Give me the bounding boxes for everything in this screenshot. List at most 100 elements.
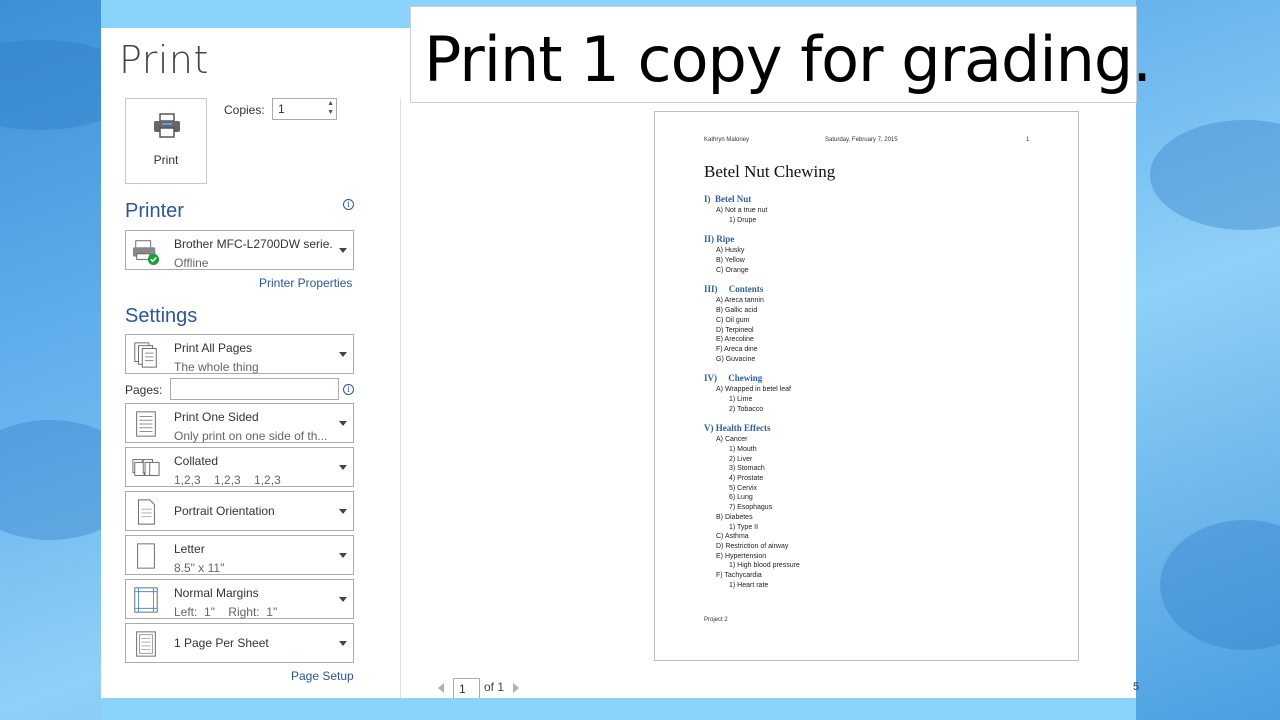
frame-bottom-bar (101, 698, 1136, 720)
letter-icon (137, 543, 155, 569)
outline-item: B) Gallic acid (716, 307, 758, 315)
outline-item: 2) Tobacco (729, 405, 764, 413)
chevron-down-icon (339, 421, 347, 426)
collation-dropdown[interactable]: Collated 1,2,3 1,2,3 1,2,3 (125, 447, 354, 487)
sides-label: Print One Sided (174, 410, 259, 424)
chevron-down-icon (339, 465, 347, 470)
outline-item: 1) Heart rate (729, 581, 769, 589)
outline-item: 3) Stomach (729, 465, 765, 473)
page-title: Print (119, 38, 209, 82)
pages-label: Pages: (125, 383, 163, 397)
outline-section-heading: II) Ripe (704, 234, 735, 245)
outline-item: 4) Prostate (729, 475, 764, 483)
print-backstage-window: Print Print Copies: 1 ▲ ▼ Printer i Brot… (101, 28, 1136, 698)
margins-dropdown[interactable]: Normal Margins Left: 1" Right: 1" (125, 579, 354, 619)
info-icon[interactable]: i (343, 199, 354, 210)
panel-divider (400, 98, 401, 698)
outline-section-heading: IV) Chewing (704, 373, 763, 384)
print-button[interactable]: Print (125, 98, 207, 184)
outline-section-heading: V) Health Effects (704, 423, 771, 434)
outline-spacer (704, 364, 1044, 373)
print-range-desc: The whole thing (174, 360, 259, 374)
printer-properties-link[interactable]: Printer Properties (259, 276, 352, 290)
pages-icon (134, 342, 157, 368)
print-preview-page: Kathryn Maloney Saturday, February 7, 20… (654, 111, 1079, 661)
info-icon[interactable]: i (343, 384, 354, 395)
chevron-down-icon (339, 553, 347, 558)
spin-down-icon[interactable]: ▼ (327, 109, 334, 116)
outline-item: 1) Type II (729, 523, 759, 531)
settings-heading: Settings (125, 305, 198, 327)
outline-item: D) Restriction of airway (716, 542, 789, 550)
outline-item: B) Diabetes (716, 513, 753, 521)
outline-item: A) Cancer (716, 436, 748, 444)
previous-page-icon[interactable] (438, 683, 444, 693)
printer-dropdown[interactable]: Brother MFC-L2700DW serie... Offline (125, 230, 354, 270)
outline-spacer (704, 225, 1044, 234)
page-setup-link[interactable]: Page Setup (291, 669, 354, 683)
page-count-label: of 1 (484, 680, 505, 694)
page-per-sheet-icon (136, 631, 156, 657)
print-range-label: Print All Pages (174, 341, 253, 355)
banner-text: Print 1 copy for grading. (424, 23, 1152, 96)
outline-item: 1) Mouth (729, 446, 757, 453)
outline-item: 1) Drupe (729, 216, 757, 224)
outline-spacer (704, 275, 1044, 284)
spin-up-icon[interactable]: ▲ (327, 100, 334, 107)
collation-desc: 1,2,3 1,2,3 1,2,3 (174, 473, 281, 487)
sides-dropdown[interactable]: Print One Sided Only print on one side o… (125, 403, 354, 443)
outline-item: 7) Esophagus (729, 504, 773, 512)
outline-item: 1) High blood pressure (729, 562, 800, 570)
pages-per-sheet-dropdown[interactable]: 1 Page Per Sheet (125, 623, 354, 663)
printer-status: Offline (174, 256, 209, 270)
chevron-down-icon (339, 352, 347, 357)
outline-item: 6) Lung (729, 494, 753, 502)
outline-item: B) Yellow (716, 257, 745, 265)
header-page-number: 1 (1026, 137, 1030, 143)
outline-item: 2) Liver (729, 455, 753, 463)
margins-label: Normal Margins (174, 586, 259, 600)
orientation-label: Portrait Orientation (174, 504, 275, 518)
outline-item: A) Wrapped in betel leaf (716, 386, 791, 394)
margins-desc: Left: 1" Right: 1" (174, 605, 278, 619)
background-wave (1150, 120, 1280, 230)
portrait-icon (138, 499, 155, 525)
printer-name: Brother MFC-L2700DW serie... (174, 237, 332, 251)
outline-item: 5) Cervix (729, 484, 758, 492)
outline-item: 1) Lime (729, 395, 753, 403)
outline-item: D) Terpineol (716, 326, 754, 334)
outline-item: A) Husky (716, 247, 745, 255)
document-title: Betel Nut Chewing (704, 162, 836, 181)
outline-section-heading: I) Betel Nut (704, 194, 752, 204)
print-button-label: Print (153, 153, 179, 167)
outline-section-heading: III) Contents (704, 284, 764, 295)
outline-item: G) Guvacine (716, 355, 756, 363)
outline-spacer (704, 414, 1044, 423)
outline-item: C) Asthma (716, 533, 749, 541)
chevron-down-icon (339, 248, 347, 253)
printer-status-icon (132, 240, 160, 265)
paper-size-dropdown[interactable]: Letter 8.5" x 11" (125, 535, 354, 575)
pages-input[interactable] (170, 378, 339, 400)
chevron-down-icon (339, 641, 347, 646)
page-number-input[interactable]: 1 (453, 678, 480, 698)
printer-icon (154, 113, 180, 138)
outline-item: C) Orange (716, 266, 749, 274)
next-page-icon[interactable] (513, 683, 519, 693)
document-outline: I) Betel Nut A) Not a true nut 1) Drupe II)… (704, 194, 1044, 590)
collation-label: Collated (174, 454, 219, 468)
printer-heading: Printer (125, 200, 184, 222)
instruction-banner: Print 1 copy for grading. (410, 6, 1152, 103)
print-range-dropdown[interactable]: Print All Pages The whole thing (125, 334, 354, 374)
outline-item: A) Areca tannin (716, 297, 764, 305)
copies-stepper[interactable]: 1 ▲ ▼ (272, 98, 337, 120)
margins-icon (134, 587, 158, 613)
paper-size-label: Letter (174, 542, 205, 556)
orientation-dropdown[interactable]: Portrait Orientation (125, 491, 354, 531)
pages-per-sheet-label: 1 Page Per Sheet (174, 636, 269, 650)
outline-item: E) Arecoline (716, 336, 754, 344)
header-author: Kathryn Maloney (704, 137, 750, 143)
chevron-down-icon (339, 509, 347, 514)
collated-icon (132, 459, 160, 476)
edge-fragment-text: 5 (1133, 681, 1140, 693)
